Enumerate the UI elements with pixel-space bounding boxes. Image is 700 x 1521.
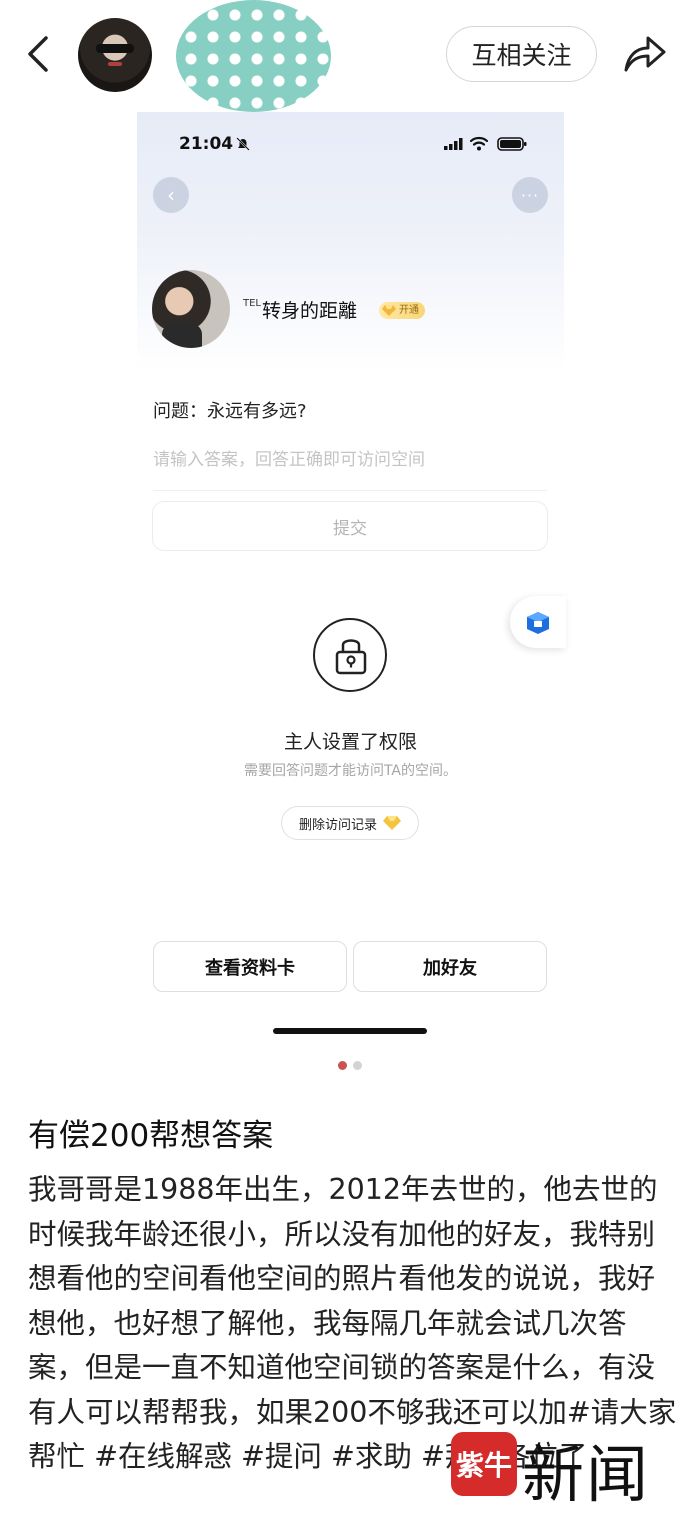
cube-icon	[527, 612, 549, 634]
answer-divider	[153, 490, 547, 491]
vip-badge-label: 开通	[399, 305, 419, 316]
chevron-left-icon	[28, 36, 48, 72]
owner-name-prefix: TEL	[243, 298, 261, 309]
hashtag[interactable]: #在线解惑	[94, 1440, 232, 1473]
permission-title: 主人设置了权限	[283, 731, 417, 753]
avatar-mouth	[108, 62, 122, 66]
watermark-seal-logo: 紫牛	[451, 1432, 517, 1496]
avatar-shirt	[162, 322, 202, 348]
back-button[interactable]	[18, 28, 62, 80]
delete-record-button: 删除访问记录	[281, 806, 419, 840]
mutual-follow-button[interactable]: 互相关注	[446, 26, 597, 82]
diamond-icon	[383, 816, 401, 830]
delete-record-label: 删除访问记录	[298, 817, 377, 833]
status-time: 21:04	[179, 134, 234, 154]
security-question: 问题：永远有多远?	[153, 401, 307, 422]
bell-muted-icon	[236, 137, 250, 151]
space-owner-avatar	[152, 270, 230, 348]
vip-badge: 开通	[379, 302, 425, 319]
top-nav-bar: 互相关注	[0, 0, 700, 112]
screenshot-more-icon: ···	[512, 177, 548, 213]
diamond-icon	[382, 305, 396, 316]
avatar-sunglasses	[96, 44, 134, 53]
share-button[interactable]	[620, 30, 670, 78]
author-avatar[interactable]	[78, 18, 152, 92]
hashtag[interactable]: #求助	[331, 1440, 412, 1473]
author-name-mosaic	[176, 0, 331, 112]
space-owner-name: 转身的距離	[262, 300, 358, 322]
hashtag[interactable]: #提问	[241, 1440, 322, 1473]
carousel-dot-active[interactable]	[338, 1061, 347, 1070]
battery-icon	[497, 137, 527, 151]
embedded-screenshot: 21:04 ‹ ··· TEL 转身的距離 开通 问题：永远有多远? 提交	[137, 112, 566, 926]
answer-input	[153, 442, 547, 478]
view-profile-card-button: 查看资料卡	[153, 941, 347, 992]
post-title: 有偿200帮想答案	[28, 1118, 274, 1154]
permission-subtitle: 需要回答问题才能访问TA的空间。	[243, 763, 458, 779]
post-body-text: 我哥哥是1988年出生，2012年去世的，他去世的时候我年龄还很小，所以没有加他…	[28, 1173, 658, 1429]
watermark-text: 新闻	[522, 1438, 651, 1511]
home-indicator	[273, 1028, 427, 1034]
screenshot-back-icon: ‹	[153, 177, 189, 213]
submit-button: 提交	[152, 501, 548, 551]
signal-icon	[444, 138, 463, 150]
wifi-icon	[470, 136, 488, 151]
lock-badge	[313, 618, 387, 692]
share-icon	[624, 36, 666, 72]
lock-icon	[335, 639, 367, 675]
floating-side-tab	[510, 596, 566, 648]
add-friend-button: 加好友	[353, 941, 547, 992]
carousel-dot[interactable]	[353, 1061, 362, 1070]
